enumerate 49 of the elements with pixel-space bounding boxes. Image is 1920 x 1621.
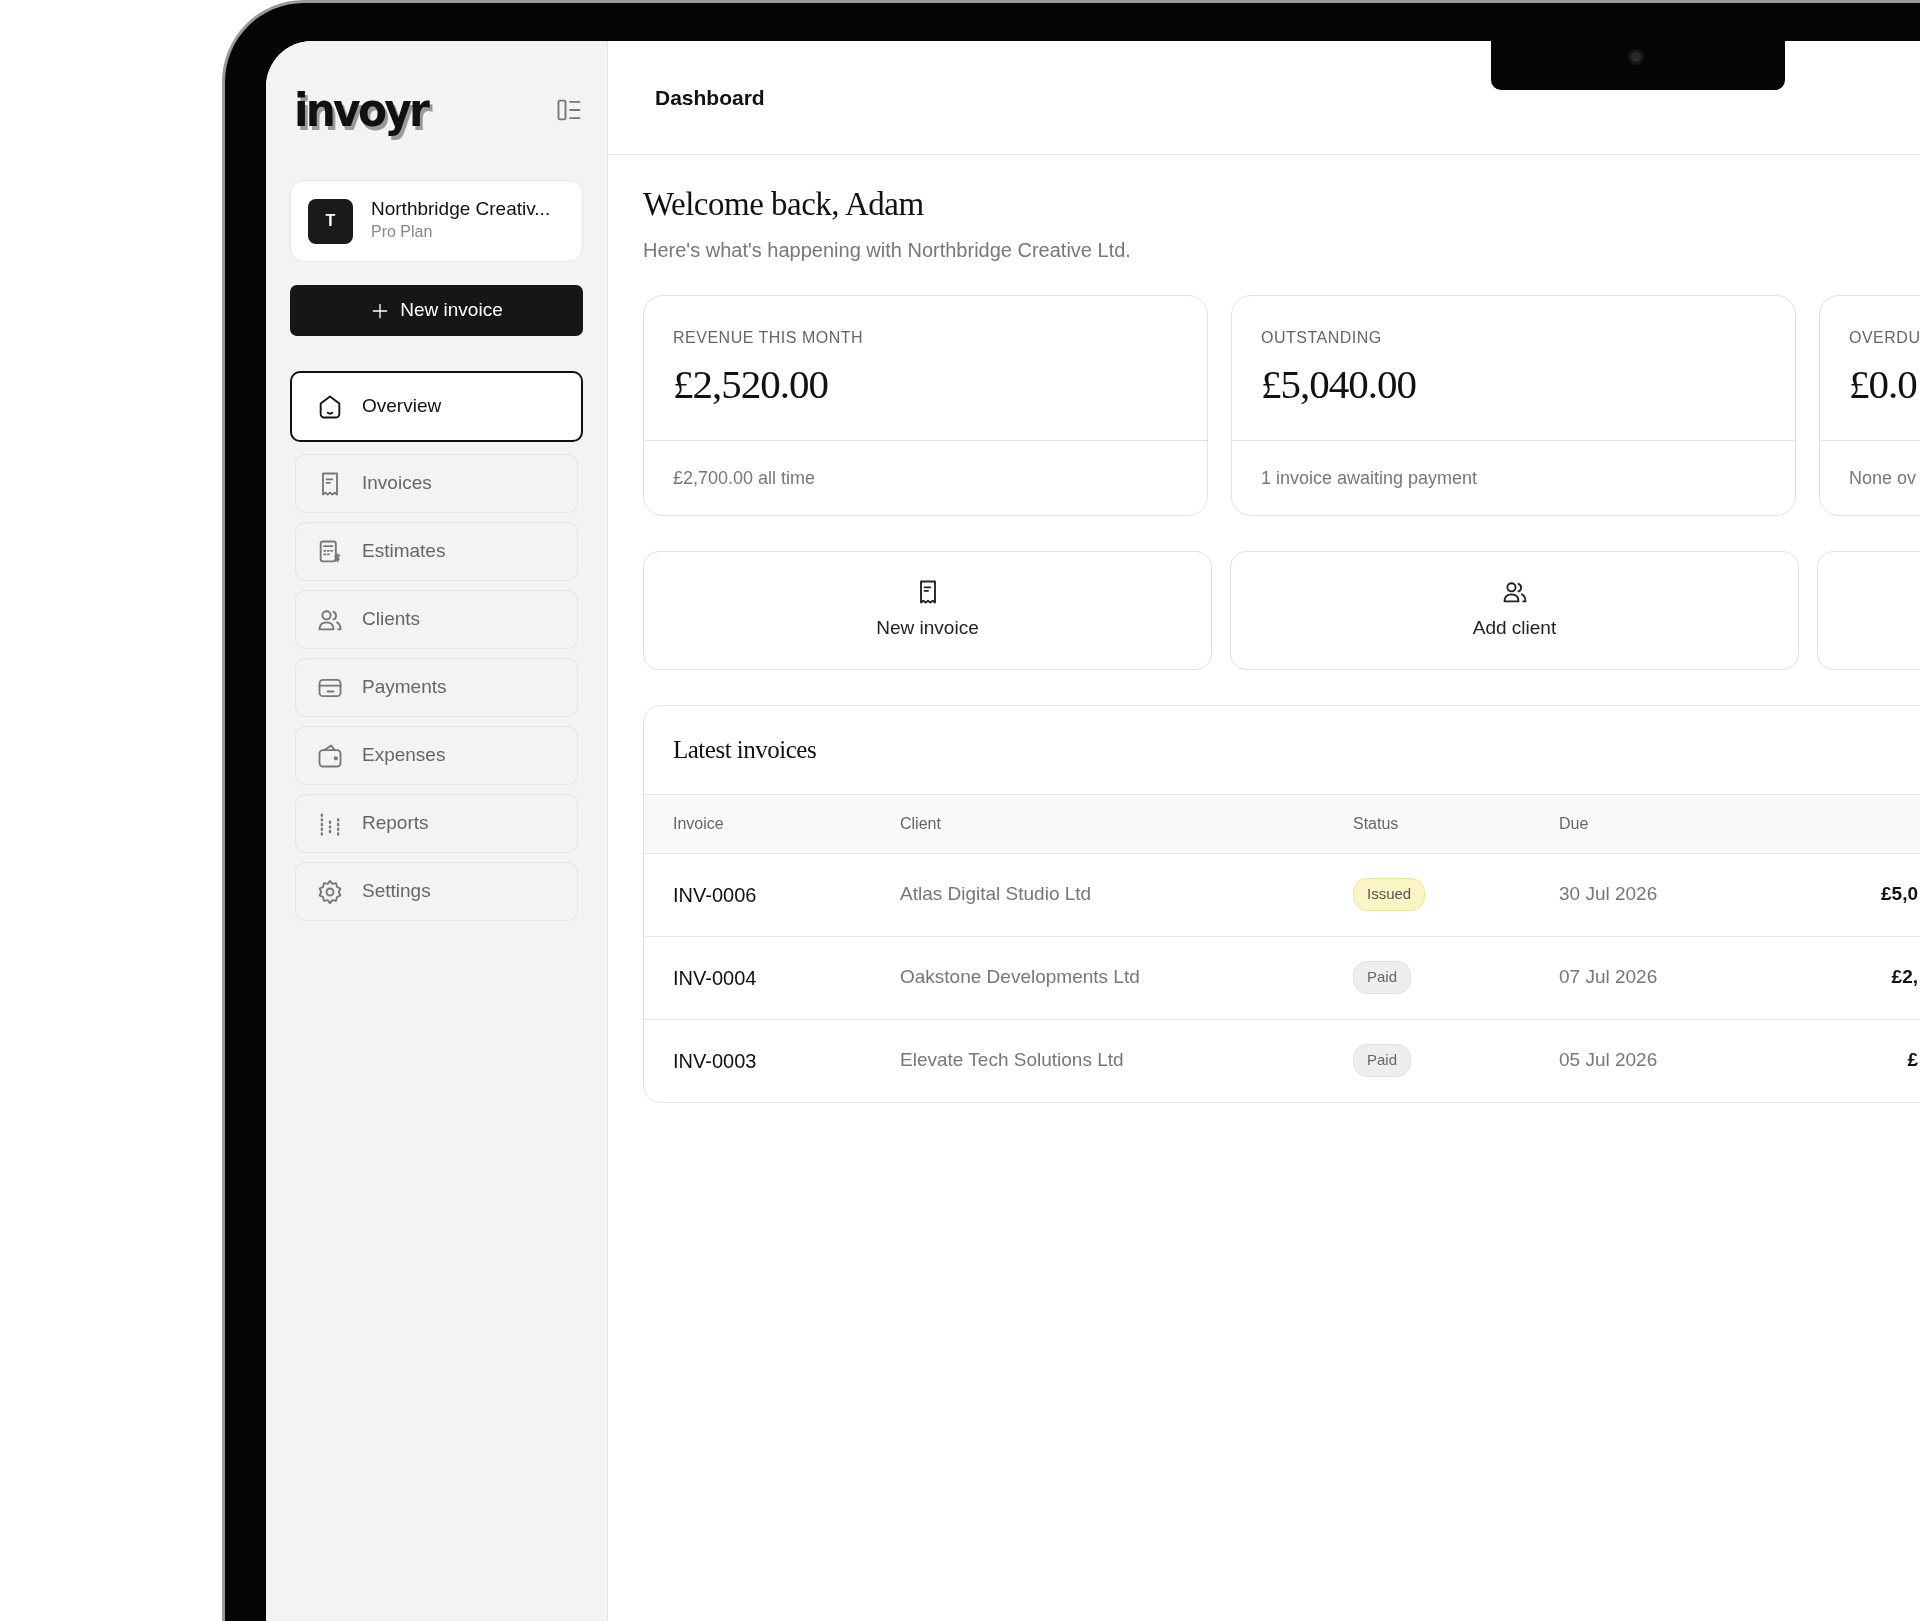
column-header: Client bbox=[900, 813, 942, 834]
client-name: Oakstone Developments Ltd bbox=[900, 965, 1141, 990]
nav-item[interactable]: Invoices bbox=[295, 454, 578, 513]
camera-icon bbox=[1628, 49, 1644, 65]
new-invoice-button[interactable]: New invoice bbox=[290, 285, 583, 336]
stat-value: £2,520.00 bbox=[673, 359, 829, 409]
invoice-amount: £ bbox=[1906, 1048, 1918, 1073]
stat-label: OUTSTANDING bbox=[1261, 327, 1383, 348]
stat-note: None ov bbox=[1848, 466, 1918, 490]
organization-name: Northbridge Creativ... bbox=[371, 197, 551, 221]
quick-action-button[interactable]: Add client bbox=[1230, 550, 1799, 670]
invoice-amount: £2, bbox=[1890, 965, 1918, 990]
welcome-subtitle: Here's what's happening with Northbridge Creative Ltd. bbox=[643, 237, 1132, 263]
nav-item[interactable]: Settings bbox=[295, 862, 578, 921]
nav-item[interactable]: Overview bbox=[290, 371, 583, 442]
invoice-number: INV-0006 bbox=[673, 882, 758, 908]
nav-item[interactable]: Clients bbox=[295, 590, 578, 649]
due-date: 07 Jul 2026 bbox=[1559, 965, 1659, 990]
nav-item[interactable]: Reports bbox=[295, 794, 578, 853]
due-date: 30 Jul 2026 bbox=[1559, 882, 1659, 907]
status-badge: Paid bbox=[1353, 1044, 1412, 1077]
client-name: Atlas Digital Studio Ltd bbox=[900, 882, 1093, 907]
stat-value: £0.0 bbox=[1849, 359, 1918, 409]
nav-item[interactable]: Expenses bbox=[295, 726, 578, 785]
status-badge: Issued bbox=[1353, 878, 1426, 911]
organization-card[interactable]: T Northbridge Creativ... Pro Plan bbox=[290, 180, 583, 262]
stat-label: OVERDU bbox=[1849, 327, 1920, 348]
invoice-amount: £5,0 bbox=[1880, 882, 1918, 907]
column-header: Due bbox=[1559, 813, 1590, 834]
invoice-number: INV-0003 bbox=[673, 1048, 758, 1074]
stat-value: £5,040.00 bbox=[1261, 359, 1417, 409]
status-badge: Paid bbox=[1353, 961, 1412, 994]
nav-item[interactable]: Payments bbox=[295, 658, 578, 717]
plan-label: Pro Plan bbox=[371, 222, 434, 243]
organization-avatar: T bbox=[308, 198, 353, 244]
client-name: Elevate Tech Solutions Ltd bbox=[900, 1048, 1125, 1073]
invoice-number: INV-0004 bbox=[673, 965, 758, 991]
quick-action-button[interactable]: New invoice bbox=[643, 550, 1212, 670]
page-title: Dashboard bbox=[655, 84, 765, 111]
column-header: Invoice bbox=[673, 813, 725, 834]
card-title: Latest invoices bbox=[672, 734, 818, 765]
settings-icon bbox=[316, 877, 344, 906]
stat-note: £2,700.00 all time bbox=[672, 466, 817, 490]
due-date: 05 Jul 2026 bbox=[1559, 1048, 1659, 1073]
stat-label: REVENUE THIS MONTH bbox=[673, 327, 865, 348]
nav-item[interactable]: Estimates bbox=[295, 522, 578, 581]
welcome-heading: Welcome back, Adam bbox=[643, 185, 925, 224]
column-header: Status bbox=[1353, 813, 1400, 834]
stat-note: 1 invoice awaiting payment bbox=[1260, 466, 1479, 490]
